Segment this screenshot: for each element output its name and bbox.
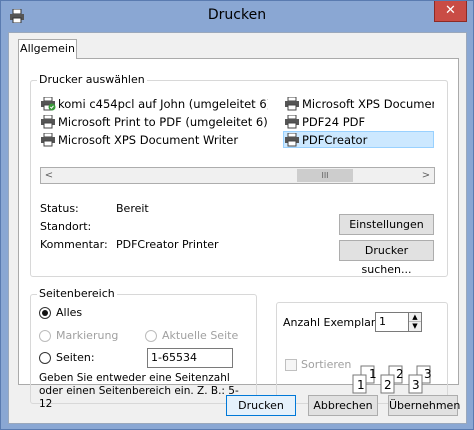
scroll-left-button[interactable]: <: [41, 168, 57, 183]
printer-item[interactable]: Microsoft XPS Document Writer: [40, 132, 268, 149]
radio-selection-label[interactable]: Markierung: [56, 329, 118, 342]
printer-icon: [41, 115, 55, 129]
tab-panel-general: Drucker auswählen komi c454pcl auf John …: [18, 58, 459, 410]
tab-allgemein[interactable]: Allgemein: [18, 39, 77, 59]
comment-value: PDFCreator Printer: [116, 238, 219, 251]
printer-name: PDF24 PDF: [302, 115, 366, 129]
collate-page-number: 2: [396, 367, 404, 381]
collate-page-number: 1: [369, 367, 377, 381]
title-bar[interactable]: Drucken ✕: [1, 1, 473, 32]
radio-pages[interactable]: [39, 352, 51, 364]
printer-icon: [41, 133, 55, 147]
location-label: Standort:: [40, 220, 92, 233]
printer-name: Microsoft XPS Document Writer: [58, 133, 239, 147]
printer-icon: [285, 133, 299, 147]
radio-current-page-label[interactable]: Aktuelle Seite: [162, 329, 238, 342]
collate-page-number: 3: [424, 367, 432, 381]
copies-group: Anzahl Exemplare: 1 ▲ ▼ Sortieren 1 1 2 …: [276, 302, 448, 404]
status-label: Status:: [40, 202, 79, 215]
printer-name: PDFCreator: [302, 133, 368, 147]
collate-page-number: 1: [357, 378, 365, 392]
page-range-label: Seitenbereich: [37, 287, 117, 301]
comment-label: Kommentar:: [40, 238, 108, 251]
printer-item[interactable]: komi c454pcl auf John (umgeleitet 6): [40, 96, 268, 113]
collate-checkbox[interactable]: [285, 359, 297, 371]
settings-button[interactable]: Einstellungen: [339, 214, 434, 235]
copies-label: Anzahl Exemplare:: [283, 316, 386, 329]
radio-all[interactable]: [39, 307, 51, 319]
collate-page-number: 3: [412, 378, 420, 392]
printer-item-selected[interactable]: PDFCreator: [283, 131, 434, 148]
dialog-body: Allgemein Drucker auswählen komi c454pcl…: [8, 32, 467, 424]
print-button[interactable]: Drucken: [226, 395, 296, 416]
scroll-right-button[interactable]: >: [418, 168, 434, 183]
chevron-down-icon[interactable]: ▼: [409, 322, 421, 331]
printer-icon: [285, 97, 299, 111]
radio-selection[interactable]: [39, 330, 51, 342]
copies-input[interactable]: 1: [375, 312, 409, 332]
printer-icon: [285, 115, 299, 129]
find-printer-button[interactable]: Drucker suchen...: [339, 240, 434, 276]
printer-item[interactable]: Microsoft Print to PDF (umgeleitet 6): [40, 114, 268, 131]
printer-item[interactable]: Microsoft XPS Document: [284, 96, 434, 113]
printer-select-frame: Drucker auswählen komi c454pcl auf John …: [30, 73, 448, 277]
collate-label[interactable]: Sortieren: [301, 358, 351, 371]
window-title: Drucken: [207, 7, 267, 23]
pages-input[interactable]: 1-65534: [147, 348, 233, 368]
printer-item[interactable]: PDF24 PDF: [284, 114, 434, 131]
horizontal-scrollbar[interactable]: < III >: [40, 167, 435, 184]
status-value: Bereit: [116, 202, 149, 215]
printer-group-label: Drucker auswählen: [37, 73, 147, 87]
chevron-up-icon[interactable]: ▲: [409, 313, 421, 322]
scroll-thumb[interactable]: III: [297, 169, 353, 182]
print-dialog: Drucken ✕ Allgemein Drucker auswählen ko…: [0, 0, 474, 430]
printer-name: komi c454pcl auf John (umgeleitet 6): [58, 97, 268, 111]
printer-name: Microsoft Print to PDF (umgeleitet 6): [58, 115, 268, 129]
collate-page-number: 2: [384, 378, 392, 392]
apply-button[interactable]: Übernehmen: [388, 395, 460, 416]
collate-pages-icon: 1 1 2 2 3 3: [352, 365, 432, 394]
radio-current-page[interactable]: [145, 330, 157, 342]
close-button[interactable]: ✕: [434, 1, 467, 22]
cancel-button[interactable]: Abbrechen: [308, 395, 378, 416]
page-range-hint: Geben Sie entweder eine Seitenzahl oder …: [39, 372, 239, 410]
radio-pages-label[interactable]: Seiten:: [56, 351, 95, 364]
printer-name: Microsoft XPS Document: [302, 97, 434, 111]
page-range-group: Seitenbereich Alles Markierung Aktuelle …: [30, 287, 257, 410]
shared-printer-icon: [41, 97, 56, 111]
radio-all-label[interactable]: Alles: [56, 306, 82, 319]
copies-stepper[interactable]: ▲ ▼: [408, 312, 422, 332]
